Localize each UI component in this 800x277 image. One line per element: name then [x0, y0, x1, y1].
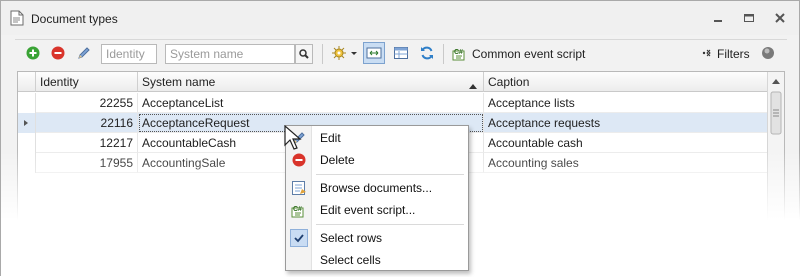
context-menu-label: Delete	[320, 153, 355, 167]
context-menu-item-edit[interactable]: Edit	[286, 127, 468, 149]
gear-icon[interactable]	[331, 45, 347, 61]
event-script-icon: C#	[291, 202, 307, 218]
mouse-cursor	[283, 124, 303, 151]
check-icon	[290, 229, 308, 247]
dropdown-arrow-icon[interactable]	[349, 45, 359, 61]
toolbar-separator	[322, 44, 323, 64]
context-menu-item-delete[interactable]: Delete	[286, 149, 468, 171]
system-name-filter-input[interactable]	[165, 44, 295, 64]
title-bar: Document types	[1, 1, 799, 35]
row-indicator	[18, 93, 36, 113]
csharp-script-icon[interactable]: C#	[452, 45, 468, 61]
fit-columns-button[interactable]	[363, 42, 385, 64]
restore-button[interactable]	[742, 11, 756, 25]
column-header-identity[interactable]: Identity	[36, 72, 138, 92]
system-name-cell[interactable]: AcceptanceList	[138, 93, 484, 113]
context-menu-separator	[316, 224, 464, 225]
caption-cell[interactable]: Acceptance lists	[484, 93, 768, 113]
context-menu: Edit Delete Browse documents... C# Edit …	[285, 125, 469, 271]
scrollbar-graphic	[770, 79, 782, 135]
row-indicator-header	[18, 72, 36, 92]
row-indicator	[18, 133, 36, 153]
minimize-button[interactable]	[711, 11, 725, 25]
filter-icon[interactable]	[701, 45, 713, 61]
context-menu-item-browse-documents[interactable]: Browse documents...	[286, 177, 468, 199]
table-row[interactable]: 22255 AcceptanceList Acceptance lists	[18, 93, 768, 113]
delete-icon	[291, 152, 307, 168]
status-indicator-icon	[760, 45, 776, 61]
column-header-caption[interactable]: Caption	[484, 72, 768, 92]
identity-cell[interactable]: 17955	[36, 153, 138, 173]
row-indicator	[18, 113, 36, 133]
caption-cell[interactable]: Accountable cash	[484, 133, 768, 153]
column-chooser-icon[interactable]	[393, 45, 409, 61]
caption-cell[interactable]: Accounting sales	[484, 153, 768, 173]
close-button[interactable]	[773, 11, 787, 25]
context-menu-item-edit-event-script[interactable]: C# Edit event script...	[286, 199, 468, 221]
identity-cell[interactable]: 22255	[36, 93, 138, 113]
toolbar: C# Common event script Filters	[15, 39, 787, 67]
context-menu-label: Edit event script...	[320, 203, 416, 217]
browse-documents-icon	[291, 180, 307, 196]
context-menu-label: Select rows	[320, 231, 383, 245]
svg-text:C#: C#	[293, 206, 302, 213]
context-menu-separator	[316, 174, 464, 175]
identity-cell[interactable]: 22116	[36, 113, 138, 133]
pencil-icon[interactable]	[76, 45, 92, 61]
add-icon[interactable]	[25, 45, 41, 61]
svg-text:C#: C#	[454, 49, 463, 56]
identity-cell[interactable]: 12217	[36, 133, 138, 153]
vertical-scrollbar[interactable]	[767, 72, 784, 277]
common-event-script-button[interactable]: Common event script	[472, 47, 585, 61]
row-indicator	[18, 153, 36, 173]
context-menu-item-select-cells[interactable]: Select cells	[286, 249, 468, 271]
toolbar-separator	[443, 44, 444, 64]
search-button[interactable]	[295, 44, 313, 64]
column-header-label: System name	[142, 75, 216, 89]
context-menu-label: Edit	[320, 131, 341, 145]
grid-header: Identity System name Caption	[18, 72, 768, 92]
document-icon	[10, 10, 24, 26]
window-title: Document types	[31, 12, 118, 26]
refresh-icon[interactable]	[419, 45, 435, 61]
caption-cell[interactable]: Acceptance requests	[484, 113, 768, 133]
filters-button[interactable]: Filters	[717, 47, 750, 61]
delete-icon[interactable]	[50, 45, 66, 61]
identity-filter-input[interactable]	[101, 44, 157, 64]
context-menu-label: Browse documents...	[320, 181, 433, 195]
context-menu-item-select-rows[interactable]: Select rows	[286, 227, 468, 249]
document-types-window: Document types Identity System name C# C…	[0, 0, 800, 277]
context-menu-label: Select cells	[320, 253, 381, 267]
column-header-system-name[interactable]: System name	[138, 72, 484, 92]
sort-ascending-icon	[469, 78, 477, 92]
